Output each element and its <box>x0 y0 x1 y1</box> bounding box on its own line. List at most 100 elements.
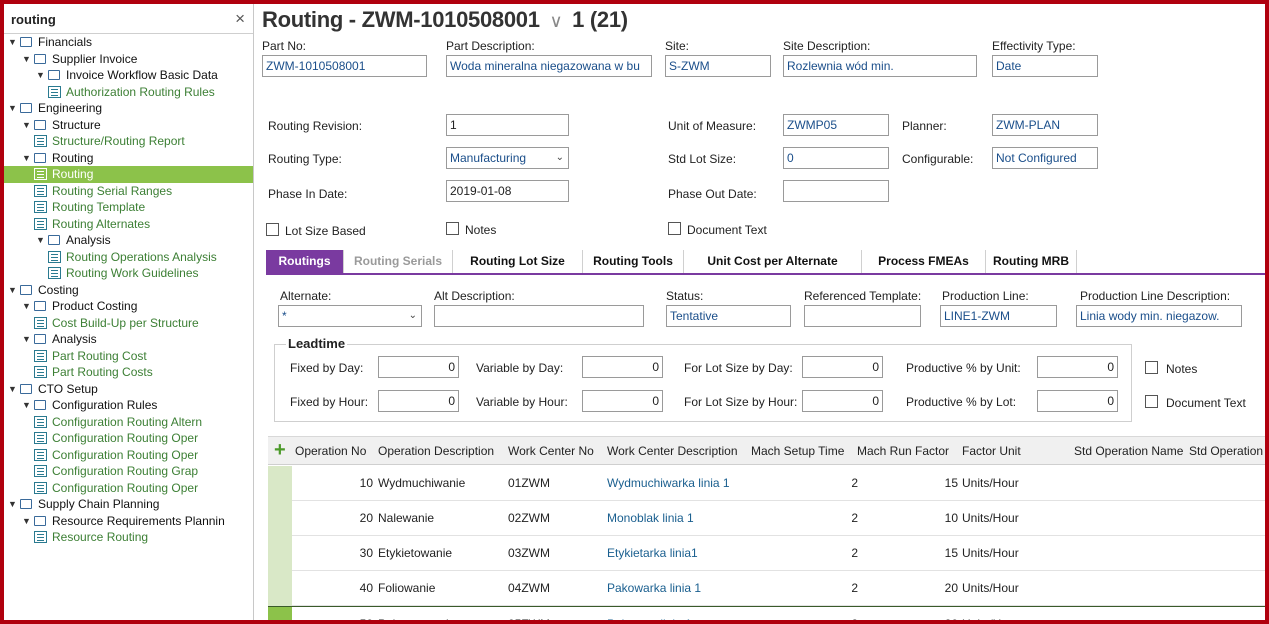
expand-caret-icon[interactable]: ▼ <box>22 397 32 414</box>
tree-item[interactable]: Cost Build-Up per Structure <box>4 315 253 332</box>
routing-revision-field[interactable]: 1 <box>446 114 569 136</box>
tree-folder[interactable]: ▼ Supplier Invoice <box>4 51 253 68</box>
std-lot-size-field[interactable]: 0 <box>783 147 889 169</box>
tree-item[interactable]: Structure/Routing Report <box>4 133 253 150</box>
column-std-operation-name[interactable]: Std Operation Name <box>1074 437 1183 465</box>
table-row[interactable]: 10 Wydmuchiwanie 01ZWM Wydmuchiwarka linia … <box>268 466 1265 501</box>
record-selector-chevron-icon[interactable]: ∨ <box>549 11 562 31</box>
tree-item[interactable]: Part Routing Cost <box>4 348 253 365</box>
tab-unit-cost-per-alternate[interactable]: Unit Cost per Alternate <box>684 250 862 273</box>
tree-item[interactable]: Routing <box>4 166 253 183</box>
tab-routing-tools[interactable]: Routing Tools <box>583 250 684 273</box>
expand-caret-icon[interactable]: ▼ <box>8 282 18 299</box>
work-center-description-cell[interactable]: Monoblak linia 1 <box>607 501 694 535</box>
variable-by-hour-field[interactable]: 0 <box>582 390 663 412</box>
productive-by-unit-field[interactable]: 0 <box>1037 356 1118 378</box>
notes-checkbox[interactable] <box>446 222 459 235</box>
site-field[interactable]: S-ZWM <box>665 55 771 77</box>
column-operation-description[interactable]: Operation Description <box>378 437 494 465</box>
column-mach-setup-time[interactable]: Mach Setup Time <box>751 437 844 465</box>
alternate-select[interactable]: * ⌄ <box>278 305 422 327</box>
referenced-template-field[interactable] <box>804 305 921 327</box>
work-center-description-cell[interactable]: Etykietarka linia1 <box>607 536 698 570</box>
table-row[interactable]: 30 Etykietowanie 03ZWM Etykietarka linia1 2 1… <box>268 536 1265 571</box>
clear-search-icon[interactable]: × <box>235 9 245 29</box>
tree-folder[interactable]: ▼ Financials <box>4 34 253 51</box>
unit-of-measure-field[interactable]: ZWMP05 <box>783 114 889 136</box>
tree-folder[interactable]: ▼ CTO Setup <box>4 381 253 398</box>
part-no-field[interactable]: ZWM-1010508001 <box>262 55 427 77</box>
tree-item[interactable]: Resource Routing <box>4 529 253 546</box>
expand-caret-icon[interactable]: ▼ <box>36 67 46 84</box>
column-std-operation[interactable]: Std Operation <box>1189 437 1263 465</box>
alt-description-field[interactable] <box>434 305 644 327</box>
effectivity-type-field[interactable]: Date <box>992 55 1098 77</box>
column-work-center-no[interactable]: Work Center No <box>508 437 594 465</box>
tab-routing-mrb[interactable]: Routing MRB <box>986 250 1077 273</box>
expand-caret-icon[interactable]: ▼ <box>8 34 18 51</box>
tree-folder[interactable]: ▼ Costing <box>4 282 253 299</box>
column-mach-run-factor[interactable]: Mach Run Factor <box>857 437 949 465</box>
expand-caret-icon[interactable]: ▼ <box>22 513 32 530</box>
row-selector[interactable] <box>268 536 292 571</box>
tree-folder[interactable]: ▼ Engineering <box>4 100 253 117</box>
tree-folder[interactable]: ▼ Routing <box>4 150 253 167</box>
row-selector[interactable] <box>268 571 292 606</box>
configurable-field[interactable]: Not Configured <box>992 147 1098 169</box>
tree-item[interactable]: Routing Work Guidelines <box>4 265 253 282</box>
tab-process-fmeas[interactable]: Process FMEAs <box>862 250 986 273</box>
tree-item[interactable]: Routing Operations Analysis <box>4 249 253 266</box>
production-line-description-field[interactable]: Linia wody min. niegazow. <box>1076 305 1242 327</box>
tree-item[interactable]: Part Routing Costs <box>4 364 253 381</box>
planner-field[interactable]: ZWM-PLAN <box>992 114 1098 136</box>
site-description-field[interactable]: Rozlewnia wód min. <box>783 55 977 77</box>
tree-item[interactable]: Configuration Routing Oper <box>4 430 253 447</box>
row-selector[interactable] <box>268 607 292 620</box>
table-row[interactable]: 20 Nalewanie 02ZWM Monoblak linia 1 2 10 Units… <box>268 501 1265 536</box>
phase-in-date-field[interactable]: 2019-01-08 <box>446 180 569 202</box>
table-row[interactable]: 50 Paletyzowanie 05ZWM Paletyzer linia 1 2 20… <box>268 606 1265 620</box>
expand-caret-icon[interactable]: ▼ <box>8 496 18 513</box>
expand-caret-icon[interactable]: ▼ <box>22 51 32 68</box>
expand-caret-icon[interactable]: ▼ <box>22 117 32 134</box>
tab-routings[interactable]: Routings <box>266 250 344 273</box>
productive-by-lot-field[interactable]: 0 <box>1037 390 1118 412</box>
phase-out-date-field[interactable] <box>783 180 889 202</box>
tree-folder[interactable]: ▼ Analysis <box>4 331 253 348</box>
variable-by-day-field[interactable]: 0 <box>582 356 663 378</box>
lot-size-by-day-field[interactable]: 0 <box>802 356 883 378</box>
expand-caret-icon[interactable]: ▼ <box>22 331 32 348</box>
tab-routing-serials[interactable]: Routing Serials <box>344 250 453 273</box>
work-center-description-cell[interactable]: Pakowarka linia 1 <box>607 571 701 605</box>
production-line-field[interactable]: LINE1-ZWM <box>940 305 1057 327</box>
row-selector[interactable] <box>268 466 292 501</box>
navigator-search-input[interactable]: routing <box>11 12 56 27</box>
part-description-field[interactable]: Woda mineralna niegazowana w bu <box>446 55 652 77</box>
tree-folder[interactable]: ▼ Analysis <box>4 232 253 249</box>
routing-type-select[interactable]: Manufacturing ⌄ <box>446 147 569 169</box>
table-row[interactable]: 40 Foliowanie 04ZWM Pakowarka linia 1 2 20 Uni… <box>268 571 1265 606</box>
add-row-icon[interactable]: + <box>274 439 286 462</box>
expand-caret-icon[interactable]: ▼ <box>36 232 46 249</box>
tree-item[interactable]: Configuration Routing Altern <box>4 414 253 431</box>
tree-item[interactable]: Configuration Routing Oper <box>4 480 253 497</box>
tree-folder[interactable]: ▼ Invoice Workflow Basic Data <box>4 67 253 84</box>
work-center-description-cell[interactable]: Wydmuchiwarka linia 1 <box>607 466 730 500</box>
column-operation-no[interactable]: Operation No <box>295 437 366 465</box>
tree-item[interactable]: Routing Alternates <box>4 216 253 233</box>
tree-item[interactable]: Routing Template <box>4 199 253 216</box>
alternate-document-text-checkbox[interactable] <box>1145 395 1158 408</box>
work-center-description-cell[interactable]: Paletyzer linia 1 <box>607 607 692 620</box>
expand-caret-icon[interactable]: ▼ <box>22 150 32 167</box>
column-work-center-description[interactable]: Work Center Description <box>607 437 738 465</box>
tree-folder[interactable]: ▼ Structure <box>4 117 253 134</box>
tree-folder[interactable]: ▼ Configuration Rules <box>4 397 253 414</box>
document-text-checkbox[interactable] <box>668 222 681 235</box>
fixed-by-hour-field[interactable]: 0 <box>378 390 459 412</box>
tree-item[interactable]: Configuration Routing Oper <box>4 447 253 464</box>
fixed-by-day-field[interactable]: 0 <box>378 356 459 378</box>
tree-folder[interactable]: ▼ Resource Requirements Plannin <box>4 513 253 530</box>
tree-item[interactable]: Configuration Routing Grap <box>4 463 253 480</box>
tab-routing-lot-size[interactable]: Routing Lot Size <box>453 250 583 273</box>
column-factor-unit[interactable]: Factor Unit <box>962 437 1021 465</box>
